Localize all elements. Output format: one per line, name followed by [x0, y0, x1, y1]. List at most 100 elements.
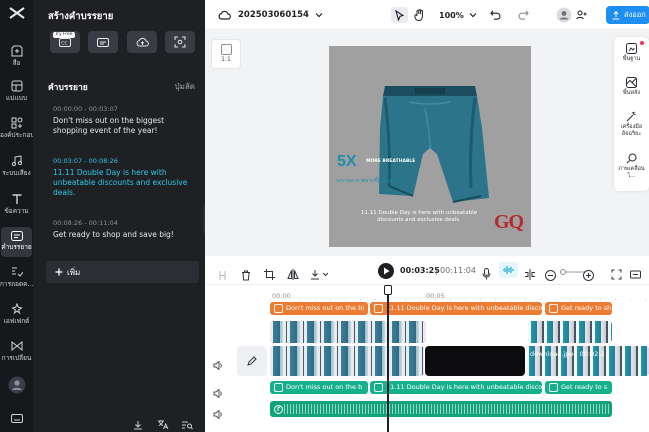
fit-timeline-button[interactable]	[611, 265, 622, 284]
zoom-in-button[interactable]	[583, 266, 594, 285]
zoom-level: 100%	[439, 10, 464, 20]
download-icon	[134, 421, 142, 430]
find-replace-button[interactable]	[181, 415, 193, 432]
caption-text[interactable]: Get ready to shop and save big!	[53, 230, 198, 240]
zoom-in-icon	[583, 270, 594, 281]
rail-label: องค์ประกอบ	[0, 131, 33, 139]
smart-tools[interactable]: เครื่องมืออัจฉริยะ	[614, 111, 649, 138]
crop-button[interactable]	[264, 265, 275, 284]
timeline-zoom-slider[interactable]	[563, 271, 585, 273]
auto-snap-toggle[interactable]	[499, 262, 518, 278]
manual-captions-button[interactable]	[88, 31, 118, 53]
track-audio-toggle[interactable]	[213, 404, 223, 423]
caption-clip[interactable]: Don't miss out on the bi	[270, 302, 368, 315]
upload-captions-button[interactable]	[127, 31, 157, 53]
fit-icon	[611, 269, 622, 280]
feature-breathable-label: MORE BREATHABLE	[366, 159, 416, 164]
caption-item-2[interactable]: 00:03:07 - 00:08:26 11.11 Double Day is …	[53, 157, 198, 198]
rail-item-audio[interactable]: ระบบเสียง	[0, 155, 33, 185]
clip-thumbnails	[270, 321, 426, 343]
download-captions-button[interactable]	[133, 415, 143, 432]
main-video-clip[interactable]	[270, 346, 424, 376]
rail-item-effects[interactable]: เอฟเฟกต์	[0, 303, 33, 333]
current-time: 00:03:25	[400, 266, 440, 275]
track-audio-toggle[interactable]	[213, 355, 223, 374]
caption-clip[interactable]: 11.11 Double Day is here with unbeatable…	[370, 302, 542, 315]
fullscreen-icon	[630, 270, 641, 279]
avatar-icon	[8, 376, 25, 394]
rail-item-templates[interactable]: แม่แบบ	[0, 80, 33, 110]
caption-clip[interactable]: Get ready to sh	[545, 302, 612, 315]
caption-text[interactable]: 11.11 Double Day is here with unbeatable…	[53, 168, 198, 198]
rail-keyboard[interactable]	[0, 414, 33, 428]
caption-item-3[interactable]: 00:08:26 - 00:11:04 Get ready to shop an…	[53, 219, 198, 240]
basic-tool[interactable]: พื้นฐาน	[614, 43, 649, 63]
redo-button[interactable]	[518, 7, 529, 23]
captions-icon	[10, 231, 23, 241]
play-button[interactable]	[378, 263, 394, 283]
undo-button[interactable]	[490, 7, 501, 23]
avatar-icon	[556, 7, 572, 23]
zoom-out-button[interactable]	[545, 266, 556, 285]
magnet-toggle[interactable]	[524, 265, 536, 284]
microphone-button[interactable]	[482, 265, 491, 284]
scan-captions-button[interactable]	[165, 31, 195, 53]
timeline-fullscreen-button[interactable]	[630, 265, 641, 284]
rail-label: ข้อความ	[4, 207, 29, 215]
caption-item-1[interactable]: 00:00:00 - 00:03:07 Don't miss out on th…	[53, 105, 198, 136]
music-clip[interactable]	[270, 401, 612, 417]
account-avatar[interactable]	[0, 376, 33, 398]
flip-button[interactable]	[287, 265, 299, 284]
invite-button[interactable]	[576, 7, 587, 23]
voice-clip[interactable]: 11.11 Double Day is here with unbeatable…	[370, 381, 542, 394]
aspect-ratio-button[interactable]: 1:1	[211, 39, 241, 69]
zoom-slider-handle[interactable]	[560, 269, 566, 275]
chevron-down-icon	[315, 13, 323, 18]
total-duration: 00:11:04	[440, 266, 476, 275]
voice-clip[interactable]: Get ready to s	[545, 381, 612, 394]
track-audio-toggle[interactable]	[213, 383, 223, 402]
voice-clip[interactable]: Don't miss out on the b	[270, 381, 368, 394]
delete-button[interactable]	[241, 266, 251, 285]
cloud-status[interactable]	[218, 7, 231, 23]
rail-label: คำบรรยาย	[1, 243, 32, 251]
scan-icon	[174, 36, 186, 48]
zoom-dropdown[interactable]: 100%	[439, 7, 477, 23]
elements-icon	[11, 117, 22, 129]
download-menu-button[interactable]	[310, 265, 329, 284]
project-name-dropdown[interactable]: 202503060154	[238, 7, 323, 23]
properties-toolbar: พื้นฐาน พื้นหลัง เครื่องมืออัจฉริยะ ภาพเ…	[614, 37, 649, 191]
overlay-video-clip[interactable]	[528, 321, 612, 343]
rail-item-media[interactable]: สื่อ	[0, 45, 33, 75]
clip-label: Get ready to sh	[561, 304, 612, 312]
animation-tool[interactable]: ภาพเคลื่อนไ...	[614, 153, 649, 180]
background-tool[interactable]: พื้นหลัง	[614, 77, 649, 97]
translate-button[interactable]	[157, 415, 169, 432]
split-icon	[219, 271, 226, 280]
rail-item-elements[interactable]: องค์ประกอบ	[0, 117, 33, 147]
main-video-clip-black[interactable]	[425, 346, 525, 376]
export-button[interactable]: ส่งออก	[606, 6, 649, 24]
hand-tool-button[interactable]	[414, 7, 425, 23]
split-button[interactable]	[218, 266, 227, 285]
app-logo[interactable]	[0, 6, 33, 28]
collaborator-avatar[interactable]	[556, 7, 572, 23]
canvas-caption[interactable]: 11.11 Double Day is here with unbeatable…	[349, 210, 489, 224]
microphone-icon	[482, 268, 491, 280]
rail-item-transitions[interactable]: การเปลี่ยน	[0, 340, 33, 370]
tool-label: เครื่องมืออัจฉริยะ	[620, 124, 643, 137]
overlay-video-clip[interactable]	[270, 321, 426, 343]
notification-dot	[640, 41, 644, 45]
cover-edit-button[interactable]	[237, 346, 267, 376]
playhead-handle[interactable]	[384, 285, 392, 295]
video-canvas[interactable]: 5X MORE BREATHABLE ระบายอากาศมากขึ้น 5 เ…	[329, 46, 531, 247]
rail-item-transcript[interactable]: การถอดค...	[0, 266, 33, 296]
shortcuts-link[interactable]: ปุ่มลัด	[175, 80, 195, 93]
caption-text[interactable]: Don't miss out on the biggest shopping e…	[53, 116, 198, 136]
panel-title: สร้างคำบรรยาย	[48, 11, 114, 22]
playhead[interactable]	[387, 287, 389, 432]
rail-item-text[interactable]: ข้อความ	[0, 193, 33, 223]
select-tool-button[interactable]	[391, 7, 408, 23]
add-caption-button[interactable]: เพิ่ม	[46, 261, 199, 283]
rail-item-captions[interactable]: คำบรรยาย	[1, 227, 32, 257]
